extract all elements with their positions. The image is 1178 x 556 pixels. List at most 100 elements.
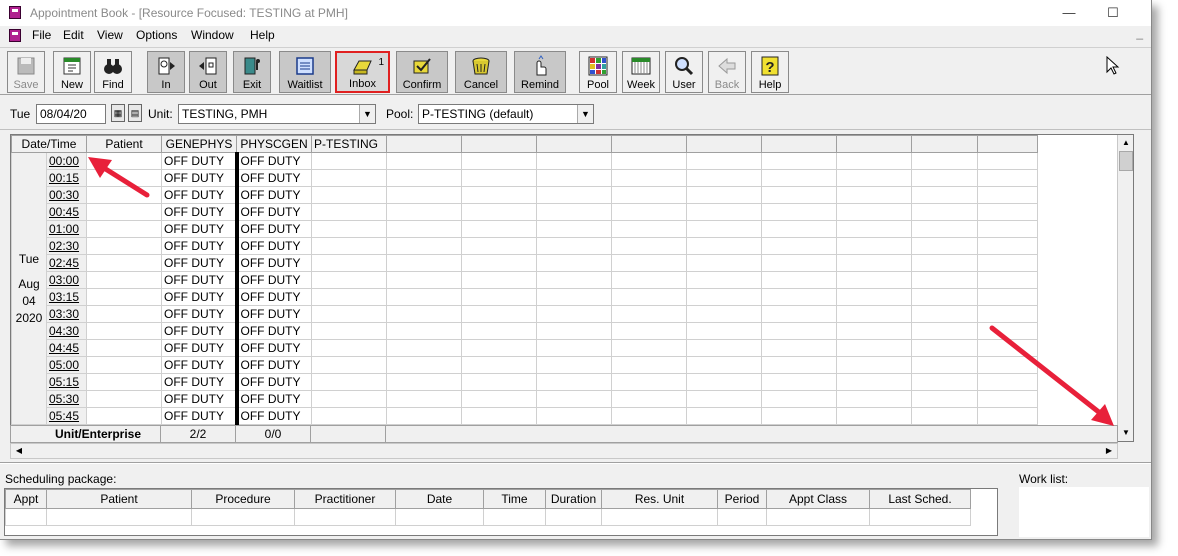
time-slot[interactable]: 05:30 [46,390,87,408]
time-slot[interactable]: 05:15 [46,373,87,391]
week-button[interactable]: Week [622,51,660,93]
empty-cell[interactable] [686,254,762,272]
sched-col-date[interactable]: Date [395,489,484,509]
empty-cell[interactable] [836,339,912,357]
empty-cell[interactable] [386,203,462,221]
empty-cell[interactable] [461,220,537,238]
empty-cell[interactable] [977,237,1038,255]
time-slot[interactable]: 00:30 [46,186,87,204]
empty-cell[interactable] [461,373,537,391]
patient-cell[interactable] [86,407,162,425]
empty-cell[interactable] [761,169,837,187]
empty-cell[interactable] [686,152,762,170]
empty-cell[interactable] [536,152,612,170]
time-slot[interactable]: 00:00 [46,152,87,170]
empty-cell[interactable] [761,339,837,357]
empty-cell[interactable] [386,237,462,255]
empty-cell[interactable] [461,169,537,187]
empty-cell[interactable] [536,186,612,204]
empty-cell[interactable] [911,339,978,357]
empty-cell[interactable] [761,407,837,425]
empty-cell[interactable] [611,305,687,323]
empty-cell[interactable] [536,220,612,238]
empty-cell[interactable] [836,390,912,408]
scroll-up-arrow-icon[interactable]: ▲ [1118,135,1133,151]
physcgen-cell[interactable]: OFF DUTY [234,254,312,272]
empty-cell[interactable] [461,390,537,408]
sched-col-appt-class[interactable]: Appt Class [766,489,870,509]
empty-cell[interactable] [911,305,978,323]
empty-cell[interactable] [611,203,687,221]
empty-cell[interactable] [836,203,912,221]
empty-cell[interactable] [386,373,462,391]
user-button[interactable]: User [665,51,703,93]
sched-col-time[interactable]: Time [483,489,546,509]
patient-cell[interactable] [86,390,162,408]
empty-cell[interactable] [461,356,537,374]
work-list-panel[interactable] [1019,487,1149,537]
empty-cell[interactable] [836,322,912,340]
empty-cell[interactable] [386,220,462,238]
pane-divider[interactable] [0,462,1151,464]
scheduling-empty-row[interactable] [5,508,971,526]
physcgen-cell[interactable]: OFF DUTY [234,390,312,408]
p-testing-cell[interactable] [311,254,387,272]
patient-cell[interactable] [86,186,162,204]
header-physcgen[interactable]: PHYSCGEN [236,135,312,153]
empty-cell[interactable] [536,169,612,187]
genephys-cell[interactable]: OFF DUTY [161,152,237,170]
empty-cell[interactable] [386,186,462,204]
header-genephys[interactable]: GENEPHYS [161,135,237,153]
empty-cell[interactable] [611,237,687,255]
empty-cell[interactable] [461,322,537,340]
p-testing-cell[interactable] [311,322,387,340]
genephys-cell[interactable]: OFF DUTY [161,288,237,306]
empty-cell[interactable] [461,407,537,425]
p-testing-cell[interactable] [311,271,387,289]
document-icon[interactable] [9,29,21,42]
p-testing-cell[interactable] [311,356,387,374]
p-testing-cell[interactable] [311,305,387,323]
patient-cell[interactable] [86,152,162,170]
patient-cell[interactable] [86,339,162,357]
empty-cell[interactable] [977,407,1038,425]
horizontal-scrollbar[interactable]: ◀ ▶ [10,443,1118,459]
menu-file[interactable]: File [32,28,51,42]
empty-cell[interactable] [977,305,1038,323]
empty-cell[interactable] [977,203,1038,221]
pool-select[interactable]: P-TESTING (default) ▼ [418,104,594,124]
empty-cell[interactable] [686,407,762,425]
empty-cell[interactable] [611,288,687,306]
child-restore-button[interactable]: _ [1136,26,1143,40]
sched-col-period[interactable]: Period [717,489,767,509]
empty-cell[interactable] [761,390,837,408]
empty-cell[interactable] [977,339,1038,357]
empty-cell[interactable] [611,152,687,170]
empty-cell[interactable] [686,220,762,238]
physcgen-cell[interactable]: OFF DUTY [234,339,312,357]
genephys-cell[interactable]: OFF DUTY [161,237,237,255]
empty-cell[interactable] [836,407,912,425]
empty-cell[interactable] [977,390,1038,408]
time-slot[interactable]: 01:00 [46,220,87,238]
empty-cell[interactable] [686,203,762,221]
sched-col-patient[interactable]: Patient [46,489,192,509]
empty-cell[interactable] [836,305,912,323]
empty-cell[interactable] [386,356,462,374]
empty-cell[interactable] [977,169,1038,187]
empty-cell[interactable] [761,237,837,255]
empty-cell[interactable] [386,152,462,170]
save-button[interactable]: Save [7,51,45,93]
back-button[interactable]: Back [708,51,746,93]
empty-cell[interactable] [611,339,687,357]
physcgen-cell[interactable]: OFF DUTY [234,271,312,289]
empty-cell[interactable] [911,152,978,170]
cancel-button[interactable]: Cancel [455,51,507,93]
vertical-scrollbar[interactable]: ▲ ▼ [1117,135,1133,441]
calendar-today-button[interactable]: ▤ [128,104,142,122]
genephys-cell[interactable]: OFF DUTY [161,186,237,204]
physcgen-cell[interactable]: OFF DUTY [234,322,312,340]
empty-cell[interactable] [686,237,762,255]
physcgen-cell[interactable]: OFF DUTY [234,220,312,238]
menu-window[interactable]: Window [191,28,234,42]
